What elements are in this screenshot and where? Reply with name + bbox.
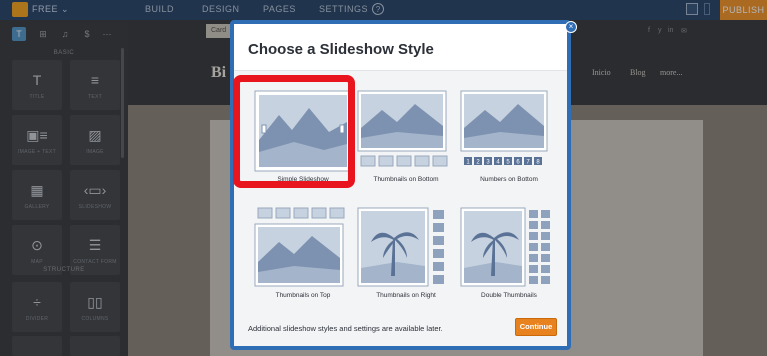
thumbnails-bottom-preview-icon (357, 90, 448, 167)
close-icon[interactable]: × (565, 21, 577, 33)
double-thumbnails-preview-icon (460, 207, 550, 287)
thumbnails-top-preview-icon (254, 207, 345, 287)
selection-highlight (233, 75, 355, 188)
option-caption: Thumbnails on Top (275, 292, 331, 299)
option-caption: Numbers on Bottom (480, 176, 538, 183)
continue-button[interactable]: Continue (515, 318, 557, 336)
dialog-footer-text: Additional slideshow styles and settings… (248, 324, 443, 333)
dialog-title: Choose a Slideshow Style (248, 41, 434, 58)
option-caption: Thumbnails on Bottom (373, 176, 439, 183)
option-caption: Thumbnails on Right (376, 292, 436, 299)
numbers-bottom-preview-icon: 1 2 3 4 5 6 7 8 (460, 90, 548, 166)
thumbnails-right-preview-icon (357, 207, 444, 287)
dialog-header: Choose a Slideshow Style (234, 24, 567, 71)
option-caption: Double Thumbnails (481, 292, 537, 299)
